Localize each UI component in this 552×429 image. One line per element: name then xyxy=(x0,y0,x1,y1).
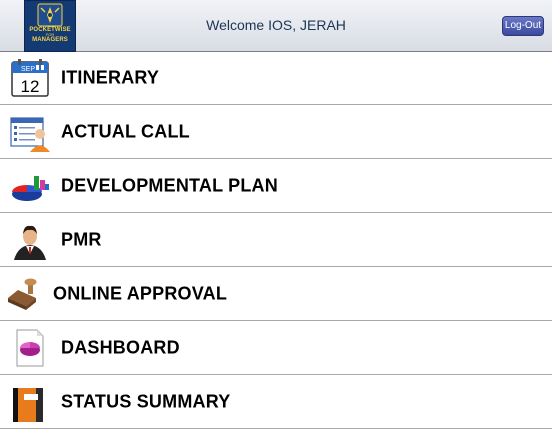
welcome-prefix: Welcome xyxy=(206,17,265,33)
menu-item-itinerary[interactable]: SEP 12 ITINERARY xyxy=(0,52,552,105)
welcome-text: Welcome IOS, JERAH xyxy=(0,17,552,33)
menu-item-dashboard[interactable]: DASHBOARD xyxy=(0,321,552,375)
menu-label-developmental-plan: DEVELOPMENTAL PLAN xyxy=(61,175,278,195)
businessman-icon xyxy=(14,225,46,260)
logout-button[interactable]: Log-Out xyxy=(502,16,544,36)
document-chart-icon xyxy=(16,329,44,366)
main-menu: SEP 12 ITINERARY ACTUAL CALL DEVELOPMENT… xyxy=(0,52,552,429)
menu-label-actual-call: ACTUAL CALL xyxy=(61,121,190,141)
calendar-icon: SEP 12 xyxy=(11,59,49,97)
pie-chart-icon xyxy=(12,175,49,201)
doctor-list-icon xyxy=(10,116,50,152)
menu-item-actual-call[interactable]: ACTUAL CALL xyxy=(0,105,552,159)
user-name: IOS, JERAH xyxy=(268,17,346,33)
calendar-month: SEP xyxy=(21,66,35,73)
menu-item-pmr[interactable]: PMR xyxy=(0,213,552,267)
menu-label-online-approval: ONLINE APPROVAL xyxy=(53,283,228,303)
menu-item-online-approval[interactable]: ONLINE APPROVAL xyxy=(0,267,552,321)
menu-label-dashboard: DASHBOARD xyxy=(61,337,180,357)
stamp-icon xyxy=(8,278,37,310)
logo-subtitle: MANAGERS xyxy=(32,37,68,43)
menu-label-pmr: PMR xyxy=(61,229,102,249)
calendar-day: 12 xyxy=(21,77,40,96)
menu-label-itinerary: ITINERARY xyxy=(61,67,160,88)
menu-label-status-summary: STATUS SUMMARY xyxy=(61,391,231,411)
menu-item-developmental-plan[interactable]: DEVELOPMENTAL PLAN xyxy=(0,159,552,213)
menu-item-status-summary[interactable]: STATUS SUMMARY xyxy=(0,375,552,429)
header-bar: POCKETWISE FOR MANAGERS Welcome IOS, JER… xyxy=(0,0,552,52)
notebook-icon xyxy=(13,387,43,422)
